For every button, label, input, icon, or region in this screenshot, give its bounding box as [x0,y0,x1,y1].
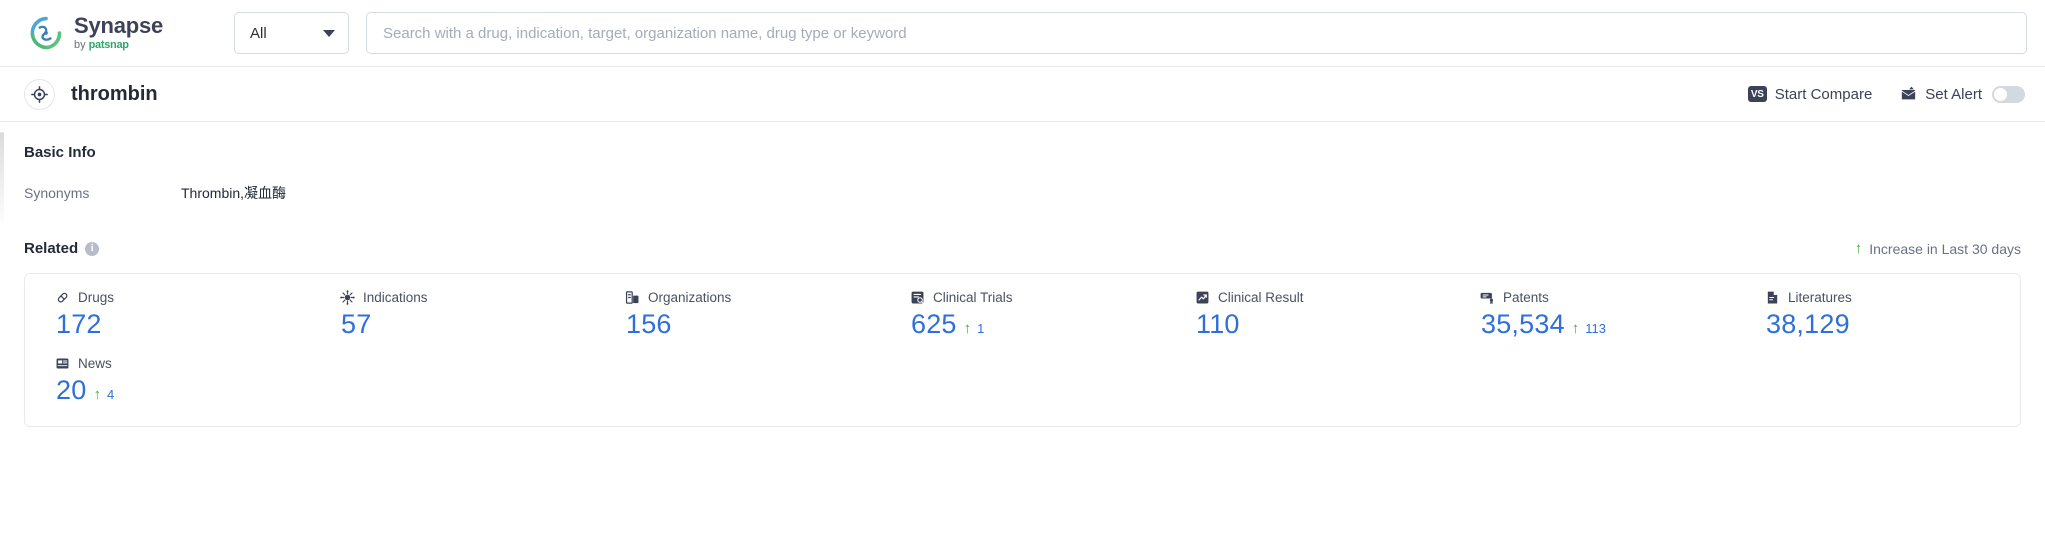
synonyms-label: Synonyms [24,185,90,201]
stat-header: News [55,356,310,371]
stat-header: Clinical Trials [910,290,1165,305]
brand-name: Synapse [74,13,164,38]
brand-by-label: by [74,39,86,51]
increase-legend: ↑ Increase in Last 30 days [1855,241,2021,257]
stat-value: 35,534 [1481,309,1565,339]
stat-drugs[interactable]: Drugs 172 [25,290,310,340]
stat-label: Literatures [1788,290,1852,305]
stat-delta: ↑ 4 [93,387,114,402]
stat-label: Drugs [78,290,115,305]
stat-news[interactable]: News 20 ↑ 4 [25,356,310,406]
arrow-up-icon: ↑ [1571,320,1580,337]
stat-value: 20 [56,375,87,405]
stat-delta: ↑ 113 [1572,321,1606,336]
stat-label: Organizations [648,290,732,305]
main-content: Basic Info Synonyms Thrombin,凝血酶 Related… [0,122,2045,427]
pill-icon [57,292,68,303]
stat-delta-value: 4 [106,387,115,402]
set-alert-toggle[interactable] [1992,85,2025,103]
synapse-logo-icon [30,16,62,50]
stat-value-row: 38,129 [1765,309,2020,340]
stat-value-row: 156 [625,309,880,340]
stat-delta-value: 113 [1585,321,1607,336]
stat-label: Indications [363,290,428,305]
stat-value-row: 57 [340,309,595,340]
stat-clinical-trials[interactable]: Clinical Trials 625 ↑ 1 [880,290,1165,340]
basic-info-heading: Basic Info [24,144,96,161]
related-stats-grid: Drugs 172 Indications 57 Organizations 1… [25,290,2020,406]
set-alert-control[interactable]: Set Alert [1900,85,2025,103]
stat-value: 110 [1196,309,1240,339]
stat-header: Organizations [625,290,880,305]
brand-logo-link[interactable]: Synapse by patsnap [28,15,188,51]
brand-subtitle: by patsnap [74,40,163,51]
stat-header: Indications [340,290,595,305]
set-alert-label: Set Alert [1925,85,1982,103]
stat-literatures[interactable]: Literatures 38,129 [1735,290,2020,340]
clinical-trial-icon [911,291,924,304]
stat-delta: ↑ 1 [964,321,985,336]
search-input[interactable] [383,24,2010,42]
brand-company-label: patsnap [88,39,129,51]
search-category-select[interactable]: All [234,12,349,54]
brand-text: Synapse by patsnap [74,15,163,51]
entity-title-bar: thrombin VS Start Compare Set Alert [0,67,2045,122]
stat-organizations[interactable]: Organizations 156 [595,290,880,340]
stat-header: Clinical Result [1195,290,1450,305]
top-search-bar: Synapse by patsnap All [0,0,2045,67]
chevron-down-icon [323,29,335,37]
stat-label: Clinical Trials [933,290,1013,305]
patent-icon [1480,292,1493,305]
stat-header: Patents [1480,290,1735,305]
news-icon [56,358,69,369]
title-bar-actions: VS Start Compare Set Alert [1747,85,2025,103]
synonyms-row: Synonyms Thrombin,凝血酶 [24,183,2021,203]
start-compare-label: Start Compare [1774,85,1873,103]
increase-legend-label: Increase in Last 30 days [1869,240,2021,257]
page-title: thrombin [71,82,158,105]
stat-label: Patents [1503,290,1549,305]
stat-value-row: 172 [55,309,310,340]
versus-icon: VS [1747,86,1767,102]
stat-delta-value: 1 [977,321,985,336]
arrow-up-icon: ↑ [93,386,101,403]
stat-value-row: 110 [1195,309,1450,340]
stat-value: 625 [911,309,957,339]
arrow-up-icon: ↑ [1854,240,1863,257]
stat-value-row: 35,534 ↑ 113 [1480,309,1735,340]
related-stats-card: Drugs 172 Indications 57 Organizations 1… [24,273,2021,427]
stat-indications[interactable]: Indications 57 [310,290,595,340]
organization-icon [625,291,639,304]
clinical-result-icon [1196,291,1209,304]
stat-value: 156 [626,309,672,339]
related-heading: Related [24,240,79,257]
stat-header: Drugs [55,290,310,305]
target-icon [24,78,55,110]
stat-label: Clinical Result [1218,290,1304,305]
stat-value-row: 20 ↑ 4 [55,375,310,406]
stat-value: 38,129 [1766,309,1850,339]
stat-clinical-result[interactable]: Clinical Result 110 [1165,290,1450,340]
stat-value: 57 [341,309,372,339]
alert-mail-icon [1902,86,1916,100]
virus-icon [340,290,355,305]
literature-icon [1767,291,1778,304]
search-category-value: All [250,24,267,42]
synonyms-value: Thrombin,凝血酶 [181,185,287,201]
stat-value-row: 625 ↑ 1 [910,309,1165,340]
related-section-header: Related i ↑ Increase in Last 30 days [24,240,2021,257]
info-icon[interactable]: i [85,241,100,256]
stat-value: 172 [56,309,102,339]
search-box[interactable] [366,12,2027,54]
start-compare-button[interactable]: VS Start Compare [1747,85,1873,103]
arrow-up-icon: ↑ [963,320,972,337]
stat-patents[interactable]: Patents 35,534 ↑ 113 [1450,290,1735,340]
stat-header: Literatures [1765,290,2020,305]
stat-label: News [78,356,112,371]
